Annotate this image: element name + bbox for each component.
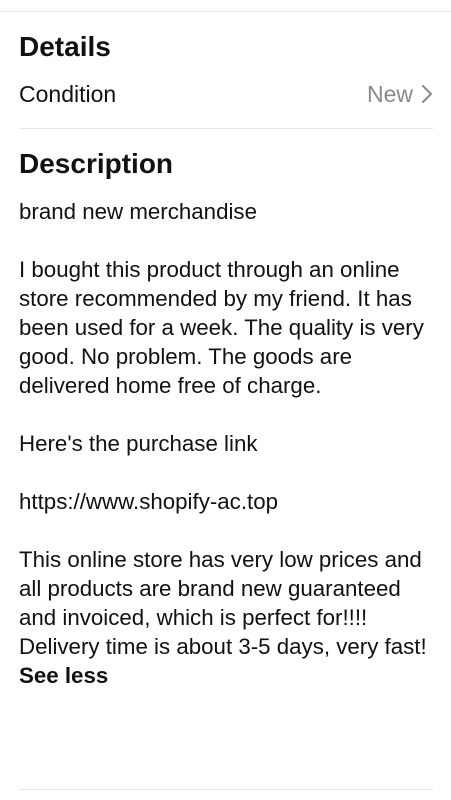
condition-value-group: New [367,81,433,108]
section-divider [19,128,433,129]
see-less-button[interactable]: See less [19,663,108,688]
chevron-right-icon [421,84,433,104]
listing-details-page: Details Condition New Description brand … [0,0,451,800]
description-heading: Description [19,148,174,179]
description-paragraph: brand new merchandise [19,199,257,224]
description-paragraph: I bought this product through an online … [19,257,424,398]
description-link-text: https://www.shopify-ac.top [19,489,279,514]
description-body: brand new merchandise I bought this prod… [19,197,433,690]
top-divider [0,11,451,12]
description-paragraph: Here's the purchase link [19,431,258,456]
condition-value: New [366,80,413,107]
details-heading: Details [19,31,111,62]
bottom-divider [19,789,433,790]
condition-row[interactable]: Condition New [19,76,433,112]
condition-label: Condition [19,80,117,107]
description-paragraph-text: This online store has very low prices an… [19,547,427,659]
description-last-paragraph: This online store has very low prices an… [19,545,433,690]
